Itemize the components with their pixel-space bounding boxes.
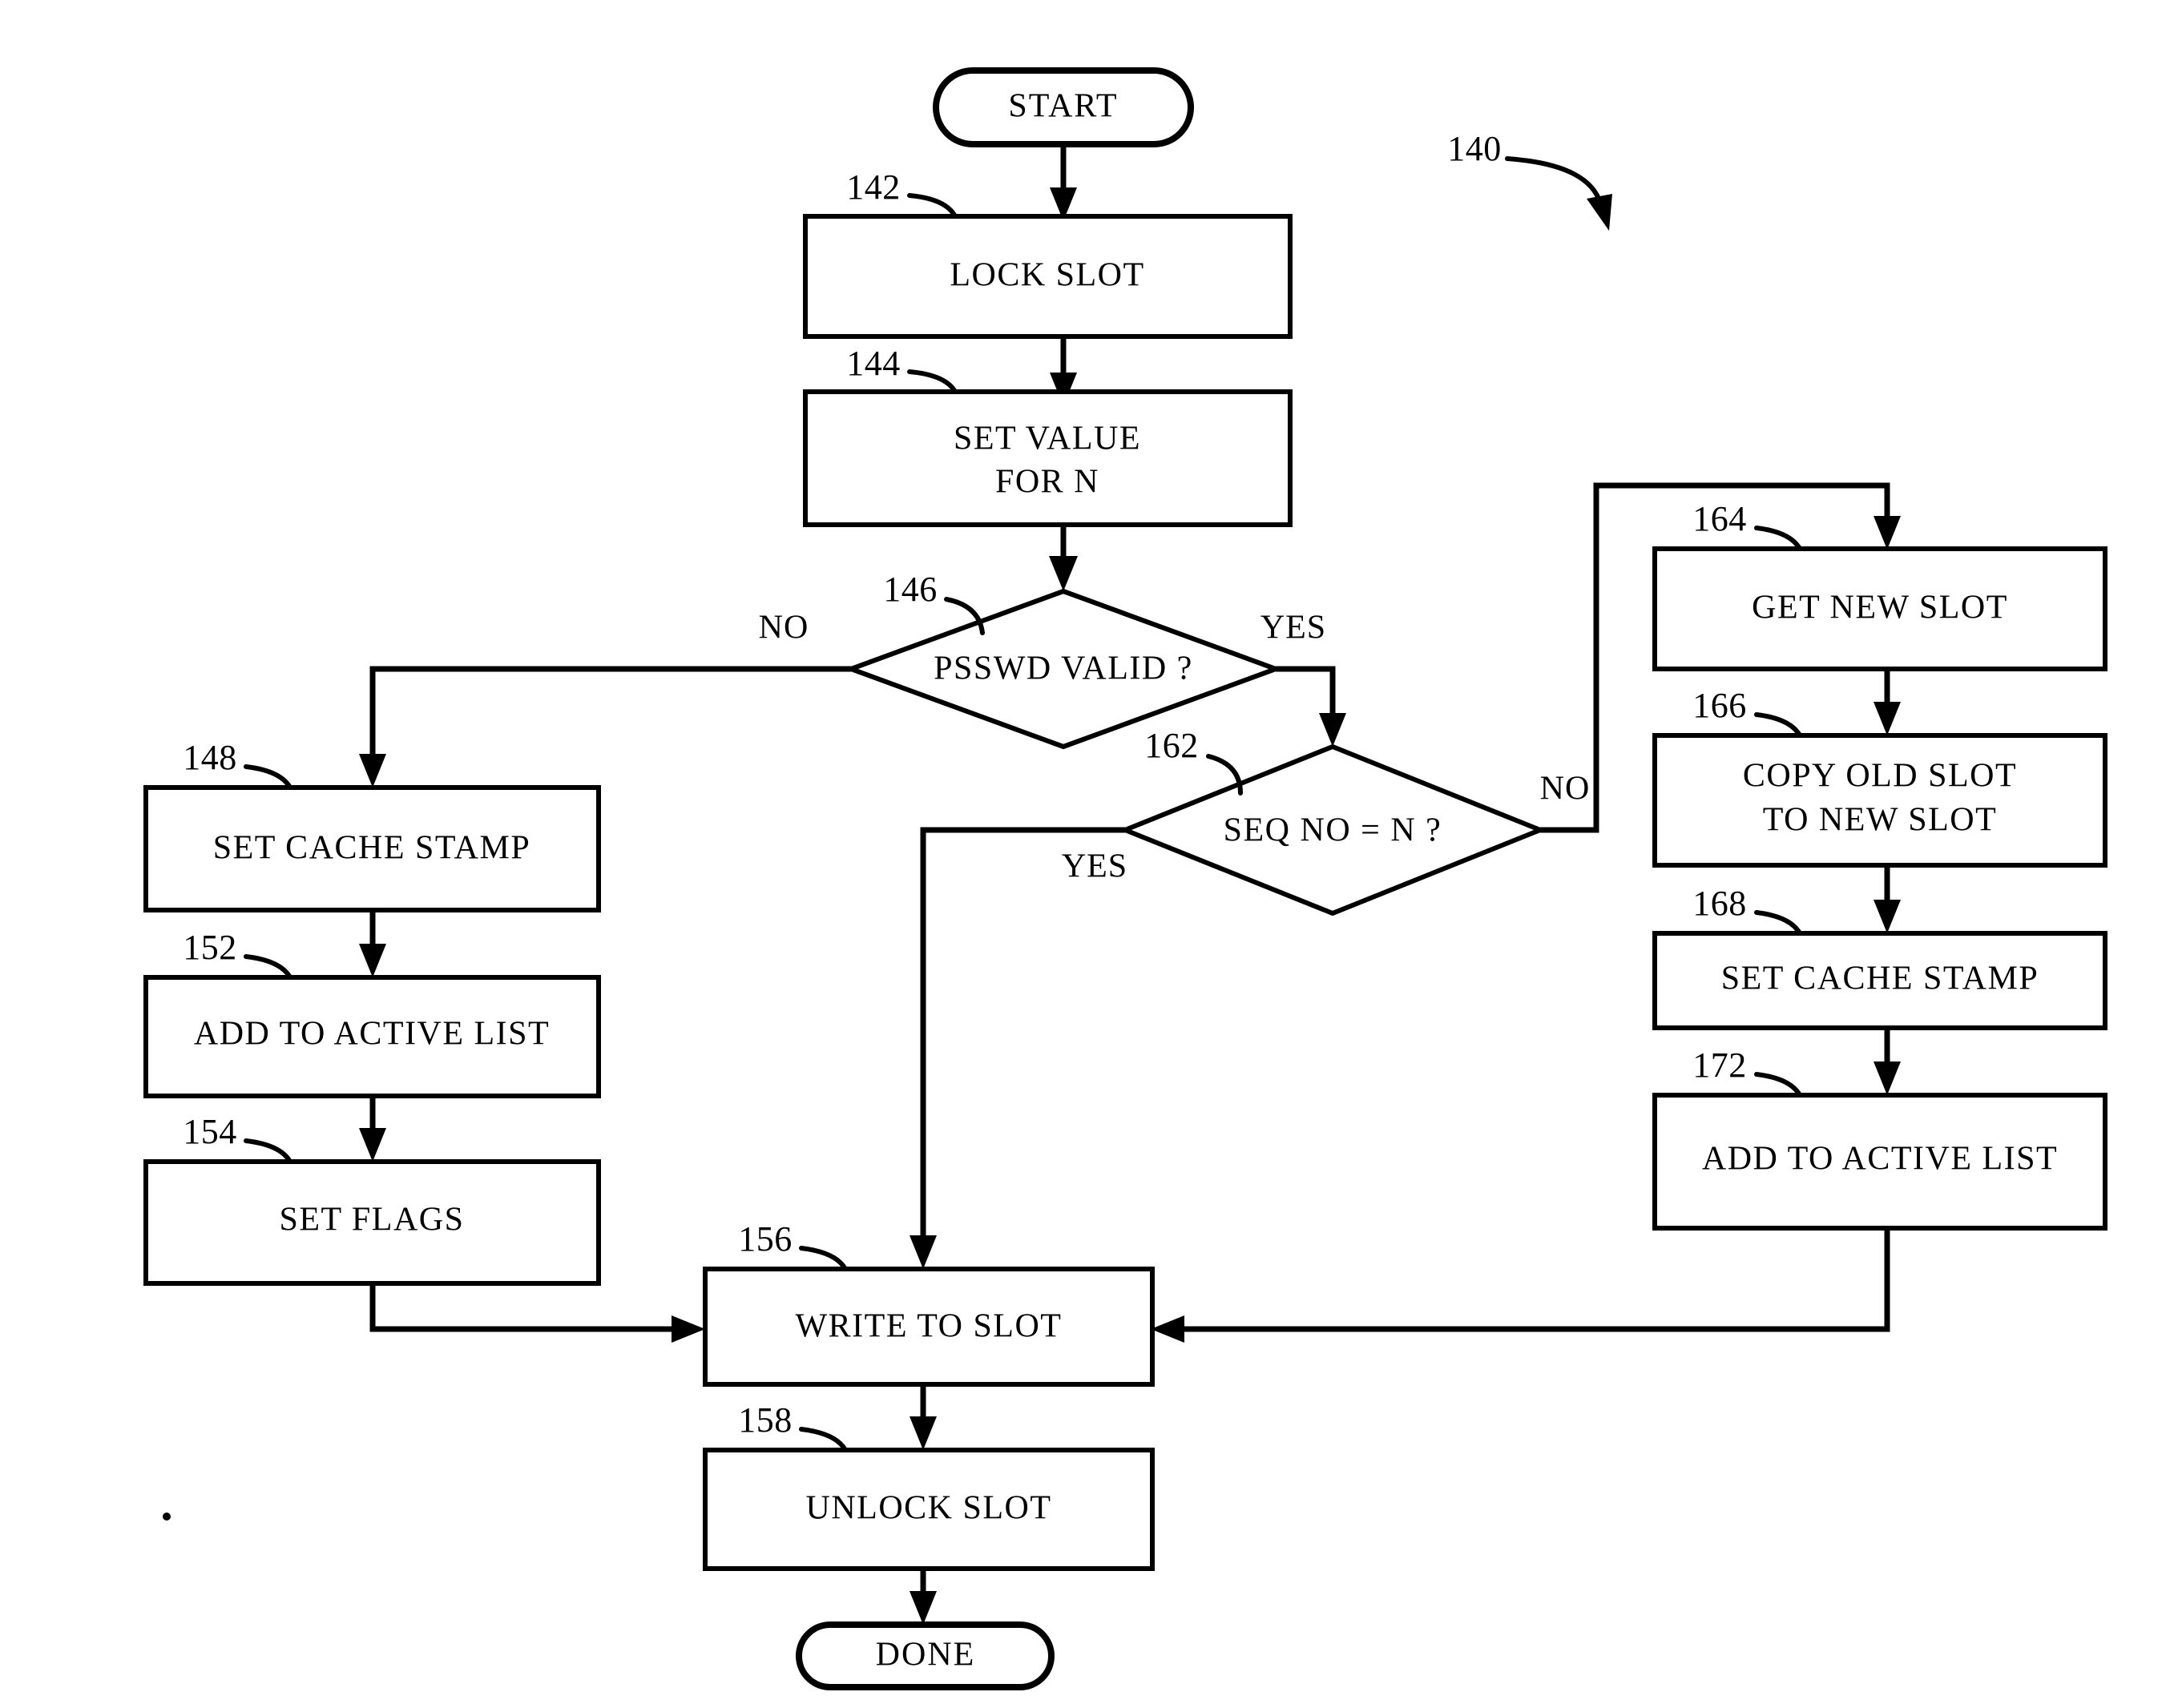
node-set-value-for-n[interactable]: SET VALUE FOR N xyxy=(803,389,1293,527)
flowchart-figure: START LOCK SLOT 142 SET VALUE FOR N 144 … xyxy=(0,0,2170,1708)
reference-172: 172 xyxy=(1692,1045,1802,1098)
get-new-slot-label: GET NEW SLOT xyxy=(1752,590,2008,626)
node-set-cache-stamp-left[interactable]: SET CACHE STAMP xyxy=(143,785,601,912)
set-value-box xyxy=(803,389,1293,527)
reference-166: 166 xyxy=(1692,686,1802,738)
connector-152-to-154 xyxy=(359,1096,386,1162)
set-cache-stamp-left-label: SET CACHE STAMP xyxy=(213,830,530,867)
branch-label-psswd-yes: YES xyxy=(1260,610,1326,647)
connector-154-to-write-to-slot xyxy=(369,1283,705,1343)
connector-seq-yes-to-write-to-slot xyxy=(910,827,1125,1269)
reference-172-label: 172 xyxy=(1692,1045,1747,1085)
connector-start-to-lock-slot xyxy=(1050,144,1077,221)
copy-old-slot-label-line1: COPY OLD SLOT xyxy=(1743,758,2017,795)
connector-168-to-172 xyxy=(1874,1027,1901,1095)
node-lock-slot[interactable]: LOCK SLOT xyxy=(803,214,1293,339)
node-set-cache-stamp-right[interactable]: SET CACHE STAMP xyxy=(1652,931,2107,1030)
connector-164-to-166 xyxy=(1874,669,1901,735)
copy-old-slot-label-line2: TO NEW SLOT xyxy=(1763,802,1998,839)
reference-162: 162 xyxy=(1144,726,1243,796)
reference-156-label: 156 xyxy=(738,1219,793,1259)
start-label: START xyxy=(1008,88,1118,125)
write-to-slot-label: WRITE TO SLOT xyxy=(796,1308,1063,1345)
node-seq-no-decision[interactable]: SEQ NO = N ? xyxy=(1118,743,1547,916)
set-value-label-line2: FOR N xyxy=(995,464,1099,501)
reference-162-label: 162 xyxy=(1144,726,1199,765)
connector-psswd-no-to-set-cache-stamp xyxy=(359,666,851,788)
node-add-to-active-list-right[interactable]: ADD TO ACTIVE LIST xyxy=(1652,1093,2107,1231)
set-value-label-line1: SET VALUE xyxy=(954,421,1141,457)
node-done[interactable]: DONE xyxy=(796,1621,1055,1690)
reference-156: 156 xyxy=(738,1219,848,1271)
reference-164: 164 xyxy=(1692,499,1802,551)
node-add-to-active-list-left[interactable]: ADD TO ACTIVE LIST xyxy=(143,975,601,1098)
flowchart-canvas: START LOCK SLOT 142 SET VALUE FOR N 144 … xyxy=(143,67,2107,1690)
reference-152-label: 152 xyxy=(183,928,237,967)
branch-label-seq-yes: YES xyxy=(1062,848,1127,885)
reference-168: 168 xyxy=(1692,884,1802,936)
set-flags-label: SET FLAGS xyxy=(280,1202,465,1239)
connector-172-to-write-to-slot xyxy=(1151,1228,1890,1343)
add-to-active-list-left-label: ADD TO ACTIVE LIST xyxy=(194,1016,550,1053)
node-set-flags[interactable]: SET FLAGS xyxy=(143,1159,601,1286)
connector-write-to-unlock xyxy=(910,1384,937,1450)
reference-152: 152 xyxy=(183,928,292,980)
branch-label-seq-no: NO xyxy=(1540,771,1591,808)
reference-154-label: 154 xyxy=(183,1112,237,1151)
reference-158-label: 158 xyxy=(738,1400,793,1440)
node-unlock-slot[interactable]: UNLOCK SLOT xyxy=(703,1448,1155,1571)
node-start[interactable]: START xyxy=(933,67,1194,147)
branch-label-psswd-no: NO xyxy=(759,610,809,647)
reference-158: 158 xyxy=(738,1400,848,1452)
reference-146-label: 146 xyxy=(883,570,938,609)
reference-166-label: 166 xyxy=(1692,686,1747,725)
connector-unlock-to-done xyxy=(910,1569,937,1625)
node-psswd-valid-decision[interactable]: PSSWD VALID ? xyxy=(844,588,1283,750)
reference-168-label: 168 xyxy=(1692,884,1747,923)
node-get-new-slot[interactable]: GET NEW SLOT xyxy=(1652,546,2107,671)
set-cache-stamp-right-label: SET CACHE STAMP xyxy=(1721,961,2039,997)
reference-148-label: 148 xyxy=(183,738,237,777)
copy-old-slot-box xyxy=(1652,733,2107,868)
node-write-to-slot[interactable]: WRITE TO SLOT xyxy=(703,1267,1155,1387)
reference-148: 148 xyxy=(183,738,292,790)
node-copy-old-slot[interactable]: COPY OLD SLOT TO NEW SLOT xyxy=(1652,733,2107,868)
done-label: DONE xyxy=(876,1637,976,1674)
figure-reference-140-label: 140 xyxy=(1447,129,1502,168)
seq-no-label: SEQ NO = N ? xyxy=(1224,812,1442,849)
reference-164-label: 164 xyxy=(1692,499,1747,538)
connector-set-value-to-psswd-valid xyxy=(1049,525,1078,591)
figure-reference-140: 140 xyxy=(1447,129,1612,231)
unlock-slot-label: UNLOCK SLOT xyxy=(806,1490,1052,1527)
scan-speck xyxy=(163,1513,171,1521)
connector-148-to-152 xyxy=(359,910,386,977)
psswd-valid-label: PSSWD VALID ? xyxy=(934,651,1193,687)
add-to-active-list-right-label: ADD TO ACTIVE LIST xyxy=(1702,1141,2058,1178)
reference-142: 142 xyxy=(846,167,958,219)
connector-psswd-yes-to-seq-no xyxy=(1276,666,1346,747)
reference-146: 146 xyxy=(883,570,985,635)
lock-slot-label: LOCK SLOT xyxy=(950,257,1144,294)
reference-144-label: 144 xyxy=(846,344,901,383)
reference-142-label: 142 xyxy=(846,167,901,207)
reference-154: 154 xyxy=(183,1112,292,1164)
reference-144: 144 xyxy=(846,344,958,394)
connector-166-to-168 xyxy=(1874,865,1901,933)
